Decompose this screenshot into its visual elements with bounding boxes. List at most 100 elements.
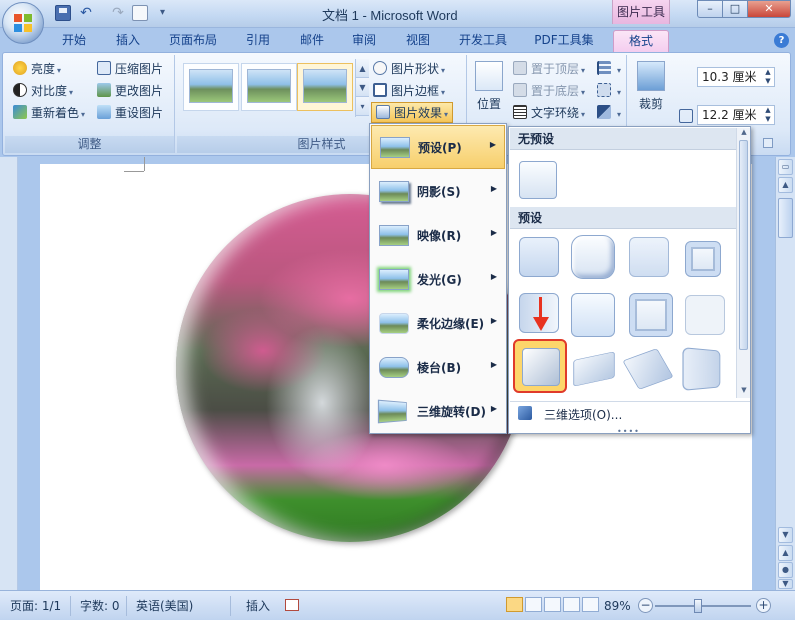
menu-item-3d-rotation[interactable]: 三维旋转(D) ▶ [371,390,505,434]
preset-10[interactable] [573,351,615,387]
office-logo-icon [14,14,32,32]
preset-8[interactable] [685,295,725,335]
zoom-out-button[interactable]: − [638,598,653,613]
tab-format[interactable]: 格式 [613,30,669,52]
close-button[interactable]: ✕ [747,0,791,18]
reset-picture-button[interactable]: 重设图片 [97,103,163,123]
size-dialog-launcher-icon[interactable] [763,138,773,148]
menu-item-shadow[interactable]: 阴影(S) ▶ [371,170,505,214]
word-count[interactable]: 字数: 0 [80,597,120,615]
preset-7[interactable] [629,293,673,337]
gallery-up-button[interactable]: ▲ [356,59,369,78]
tab-developer[interactable]: 开发工具 [450,30,516,52]
scroll-thumb[interactable] [778,198,793,238]
save-icon[interactable] [55,5,71,21]
menu-item-preset[interactable]: 预设(P) ▶ [371,125,505,169]
zoom-slider[interactable] [655,605,751,607]
preset-2[interactable] [571,235,615,279]
redo-icon[interactable]: ↷ [110,5,126,21]
select-browse-object-button[interactable]: ● [778,562,793,578]
position-button[interactable]: 位置 [471,59,507,131]
width-spinner[interactable]: ▲ ▼ [763,106,773,124]
width-input[interactable]: 12.2 厘米 ▲ ▼ [697,105,775,125]
height-input[interactable]: 10.3 厘米 ▲ ▼ [697,67,775,87]
zoom-slider-handle[interactable] [694,599,702,613]
preset-11[interactable] [622,348,674,390]
tab-page-layout[interactable]: 页面布局 [160,30,226,52]
tab-insert[interactable]: 插入 [106,30,150,52]
maximize-button[interactable]: □ [722,0,748,18]
menu-item-reflection[interactable]: 映像(R) ▶ [371,214,505,258]
reset-picture-icon [97,105,111,119]
bring-to-front-button[interactable]: 置于顶层 ▾ [513,59,585,79]
gallery-down-button[interactable]: ▼ [356,78,369,97]
change-picture-button[interactable]: 更改图片 [97,81,163,101]
office-button[interactable] [2,2,44,44]
gallery-scroll-thumb[interactable] [739,140,748,350]
preset-12[interactable] [682,347,721,391]
align-button[interactable]: ▾ [597,59,621,79]
menu-item-glow[interactable]: 发光(G) ▶ [371,258,505,302]
3d-options-menu-item[interactable]: 三维选项(O)... [510,401,750,425]
height-spinner[interactable]: ▲ ▼ [763,68,773,86]
preset-4[interactable] [685,241,721,277]
zoom-level[interactable]: 89% [604,597,631,615]
gallery-scroll-down-icon[interactable]: ▼ [737,386,751,394]
tab-references[interactable]: 引用 [236,30,280,52]
tab-pdf-tools[interactable]: PDF工具集 [526,30,602,52]
ruler-toggle-icon[interactable]: ▭ [778,159,793,175]
help-icon[interactable]: ? [774,33,789,48]
crop-button[interactable]: 裁剪 [633,59,669,131]
picture-border-button[interactable]: 图片边框 ▾ [373,81,445,101]
picture-shape-button[interactable]: 图片形状 ▾ [373,59,445,79]
minimize-button[interactable]: – [697,0,723,18]
outline-view-button[interactable] [563,597,580,612]
zoom-in-button[interactable]: + [756,598,771,613]
menu-item-soft-edges[interactable]: 柔化边缘(E) ▶ [371,302,505,346]
preset-1[interactable] [519,237,559,277]
picture-effects-icon [376,105,390,119]
preset-3[interactable] [629,237,669,277]
preset-9-selected[interactable] [513,339,567,393]
undo-icon[interactable]: ↶ [78,5,94,21]
print-layout-view-button[interactable] [506,597,523,612]
recolor-button[interactable]: 重新着色 ▾ [13,103,85,123]
qat-customize-icon[interactable]: ▾ [160,5,176,21]
page-count[interactable]: 页面: 1/1 [10,597,61,615]
menu-item-bevel[interactable]: 棱台(B) ▶ [371,346,505,390]
resize-grip[interactable]: •••• [617,427,640,436]
brightness-button[interactable]: 亮度 ▾ [13,59,61,79]
full-screen-reading-view-button[interactable] [525,597,542,612]
compress-pictures-button[interactable]: 压缩图片 [97,59,163,79]
next-page-button[interactable]: ▼ [778,579,793,589]
preset-6[interactable] [571,293,615,337]
gallery-scroll-up-icon[interactable]: ▲ [737,128,751,136]
tab-home[interactable]: 开始 [52,30,96,52]
tab-mailings[interactable]: 邮件 [290,30,334,52]
vertical-scrollbar[interactable]: ▭ ▲ ▼ ▲ ● ▼ [775,157,795,590]
picture-tools-group-title: 图片工具 [612,0,670,24]
tab-review[interactable]: 审阅 [342,30,386,52]
scroll-down-button[interactable]: ▼ [778,527,793,543]
status-bar: 页面: 1/1 字数: 0 英语(美国) 插入 89% − + [0,590,795,620]
text-wrapping-button[interactable]: 文字环绕 ▾ [513,103,585,123]
macro-record-icon[interactable] [285,599,299,611]
picture-shape-icon [373,61,387,75]
previous-page-button[interactable]: ▲ [778,545,793,561]
group-button[interactable]: ▾ [597,81,621,101]
picture-effects-button[interactable]: 图片效果 ▾ [371,102,454,123]
scroll-up-button[interactable]: ▲ [778,177,793,193]
gallery-more-button[interactable]: ▾ [356,97,369,116]
rotate-button[interactable]: ▾ [597,103,621,123]
preset-gallery-scrollbar[interactable]: ▲ ▼ [736,128,750,398]
draft-view-button[interactable] [582,597,599,612]
send-to-back-button[interactable]: 置于底层 ▾ [513,81,585,101]
print-preview-icon[interactable] [132,5,148,21]
preset-none[interactable] [519,161,557,199]
contrast-button[interactable]: 对比度 ▾ [13,81,73,101]
insert-mode-indicator[interactable]: 插入 [246,597,270,615]
3d-options-icon [518,406,532,420]
language-indicator[interactable]: 英语(美国) [136,597,193,615]
tab-view[interactable]: 视图 [396,30,440,52]
web-layout-view-button[interactable] [544,597,561,612]
